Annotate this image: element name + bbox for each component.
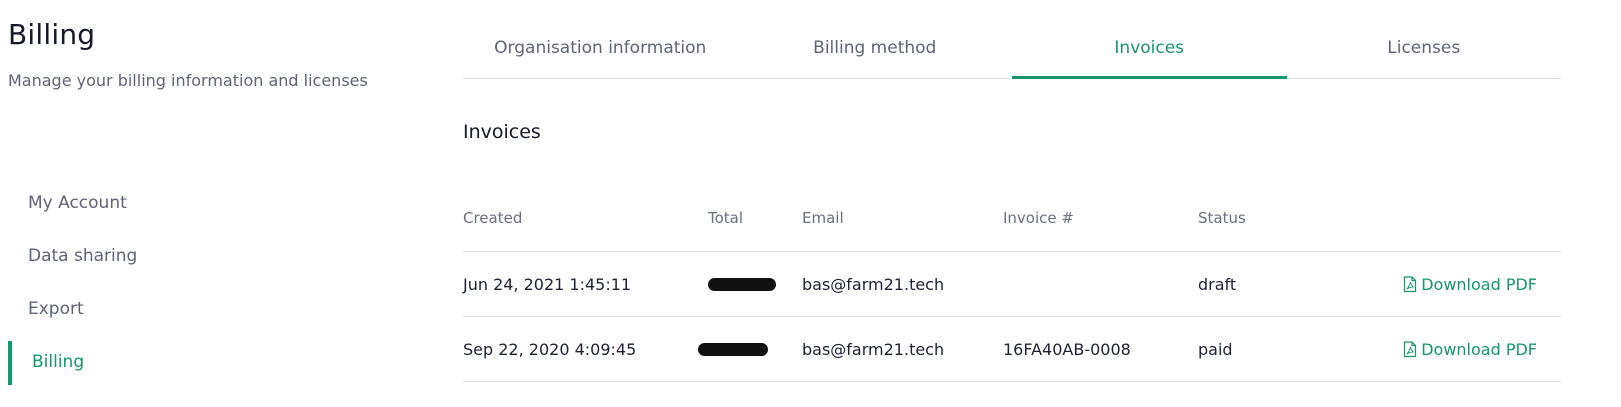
page-subtitle: Manage your billing information and lice… [8, 71, 368, 90]
tab-licenses[interactable]: Licenses [1287, 20, 1562, 78]
redacted-total [698, 342, 768, 356]
cell-invoice-number: 16FA40AB-0008 [1003, 339, 1131, 359]
pdf-file-icon [1403, 340, 1417, 358]
cell-action: Download PDF [1403, 317, 1537, 381]
pdf-file-icon [1403, 275, 1417, 293]
tab-bar: Organisation information Billing method … [463, 20, 1561, 79]
cell-created: Jun 24, 2021 1:45:11 [463, 274, 632, 294]
table-row: Jun 24, 2021 1:45:11 bas@farm21.tech dra… [463, 252, 1561, 317]
invoices-table: Created Total Email Invoice # Status Jun… [463, 190, 1561, 382]
column-header-created: Created [463, 208, 523, 227]
cell-action: Download PDF [1403, 252, 1537, 316]
cell-created: Sep 22, 2020 4:09:45 [463, 339, 637, 359]
table-row: Sep 22, 2020 4:09:45 bas@farm21.tech 16F… [463, 317, 1561, 382]
tab-invoices[interactable]: Invoices [1012, 20, 1287, 79]
download-pdf-button[interactable]: Download PDF [1403, 275, 1537, 294]
section-title: Invoices [463, 121, 541, 143]
sidebar-item-export[interactable]: Export [8, 286, 428, 339]
tab-billing-method[interactable]: Billing method [738, 20, 1013, 78]
cell-email: bas@farm21.tech [802, 274, 945, 294]
redacted-total [708, 277, 776, 291]
column-header-total: Total [708, 208, 744, 227]
cell-status: paid [1198, 339, 1233, 359]
sidebar-item-my-account[interactable]: My Account [8, 180, 428, 233]
column-header-invoice-number: Invoice # [1003, 208, 1074, 227]
cell-status: draft [1198, 274, 1237, 294]
cell-total [708, 252, 776, 316]
sidebar-item-billing[interactable]: Billing [8, 339, 428, 392]
column-header-status: Status [1198, 208, 1246, 227]
sidebar-item-data-sharing[interactable]: Data sharing [8, 233, 428, 286]
download-pdf-button[interactable]: Download PDF [1403, 340, 1537, 359]
download-pdf-label: Download PDF [1421, 274, 1537, 294]
download-pdf-label: Download PDF [1421, 339, 1537, 359]
page-title: Billing [8, 18, 96, 51]
tab-organisation-information[interactable]: Organisation information [463, 20, 738, 78]
table-header-row: Created Total Email Invoice # Status [463, 190, 1561, 252]
cell-email: bas@farm21.tech [802, 339, 945, 359]
cell-total [698, 317, 768, 381]
sidebar: My Account Data sharing Export Billing [8, 180, 428, 392]
billing-page: Billing Manage your billing information … [0, 0, 1621, 407]
column-header-email: Email [802, 208, 844, 227]
